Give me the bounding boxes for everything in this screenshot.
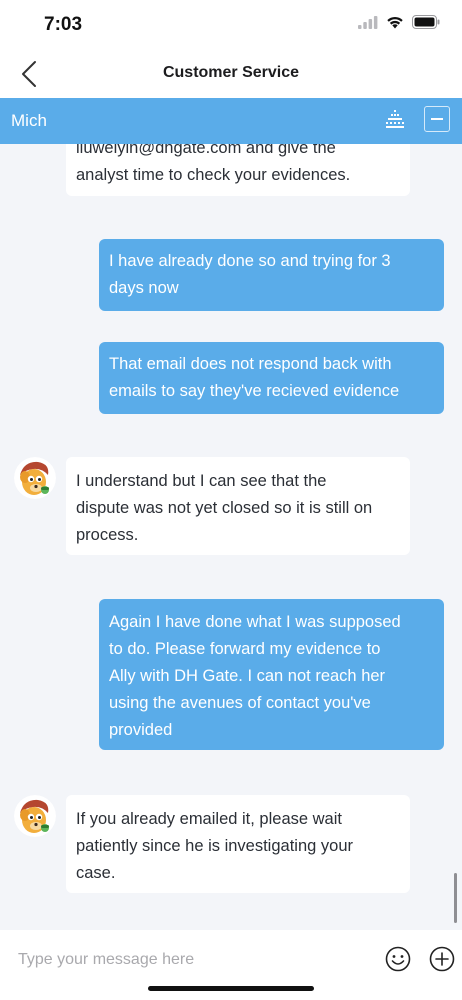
plus-circle-icon [429, 946, 455, 972]
signal-icon [358, 15, 378, 34]
message-input[interactable] [8, 940, 208, 980]
message-line: to do. Please forward my evidence to [109, 640, 381, 658]
message-line: analyst time to check your evidences. [76, 166, 351, 184]
message-line: days now [109, 279, 179, 297]
message-line: Again I have done what I was supposed [109, 613, 401, 631]
status-time: 7:03 [44, 14, 83, 35]
status-bar: 7:03 [0, 0, 462, 50]
agent-avatar [14, 795, 56, 837]
user-message: I have already done so and trying for 3 … [99, 239, 444, 311]
message-line: I understand but I can see that the [76, 472, 327, 490]
agent-message: I understand but I can see that the disp… [66, 457, 410, 555]
message-line: That email does not respond back with [109, 355, 392, 373]
message-line: Ally with DH Gate. I can not reach her [109, 667, 386, 685]
agent-bar: Mich [0, 98, 462, 144]
nav-bar: Customer Service [0, 50, 462, 98]
rate-button[interactable] [382, 106, 408, 132]
agent-name: Mich [11, 111, 47, 130]
wifi-icon [386, 16, 404, 34]
rate-icon [386, 110, 404, 128]
message-line: emails to say they've recieved evidence [109, 382, 400, 400]
status-icons [358, 15, 440, 34]
message-line: If you already emailed it, please wait [76, 810, 342, 828]
message-line: process. [76, 526, 139, 544]
add-attachment-button[interactable] [429, 946, 455, 972]
minimize-icon [431, 118, 443, 120]
agent-actions [382, 106, 450, 132]
user-message: That email does not respond back with em… [99, 342, 444, 414]
message-line: provided [109, 721, 173, 739]
emoji-button[interactable] [385, 946, 411, 972]
scrollbar[interactable] [454, 873, 457, 923]
message-line: patiently since he is investigating your [76, 837, 353, 855]
agent-message: liuweiyin@dhgate.com and give the analys… [66, 144, 410, 196]
smiley-icon [385, 946, 411, 972]
user-message: Again I have done what I was supposed to… [99, 599, 444, 750]
message-line: I have already done so and trying for 3 [109, 252, 391, 270]
agent-message: If you already emailed it, please wait p… [66, 795, 410, 893]
message-line: using the avenues of contact you've [109, 694, 371, 712]
chat-area[interactable]: liuweiyin@dhgate.com and give the analys… [0, 144, 462, 930]
message-line: liuweiyin@dhgate.com and give the [76, 144, 336, 157]
page-title: Customer Service [162, 64, 300, 81]
battery-icon [412, 15, 440, 34]
message-line: dispute was not yet closed so it is stil… [76, 499, 373, 517]
minimize-button[interactable] [424, 106, 450, 132]
message-line: case. [76, 864, 116, 882]
home-indicator[interactable] [148, 986, 314, 991]
agent-avatar [14, 457, 56, 499]
